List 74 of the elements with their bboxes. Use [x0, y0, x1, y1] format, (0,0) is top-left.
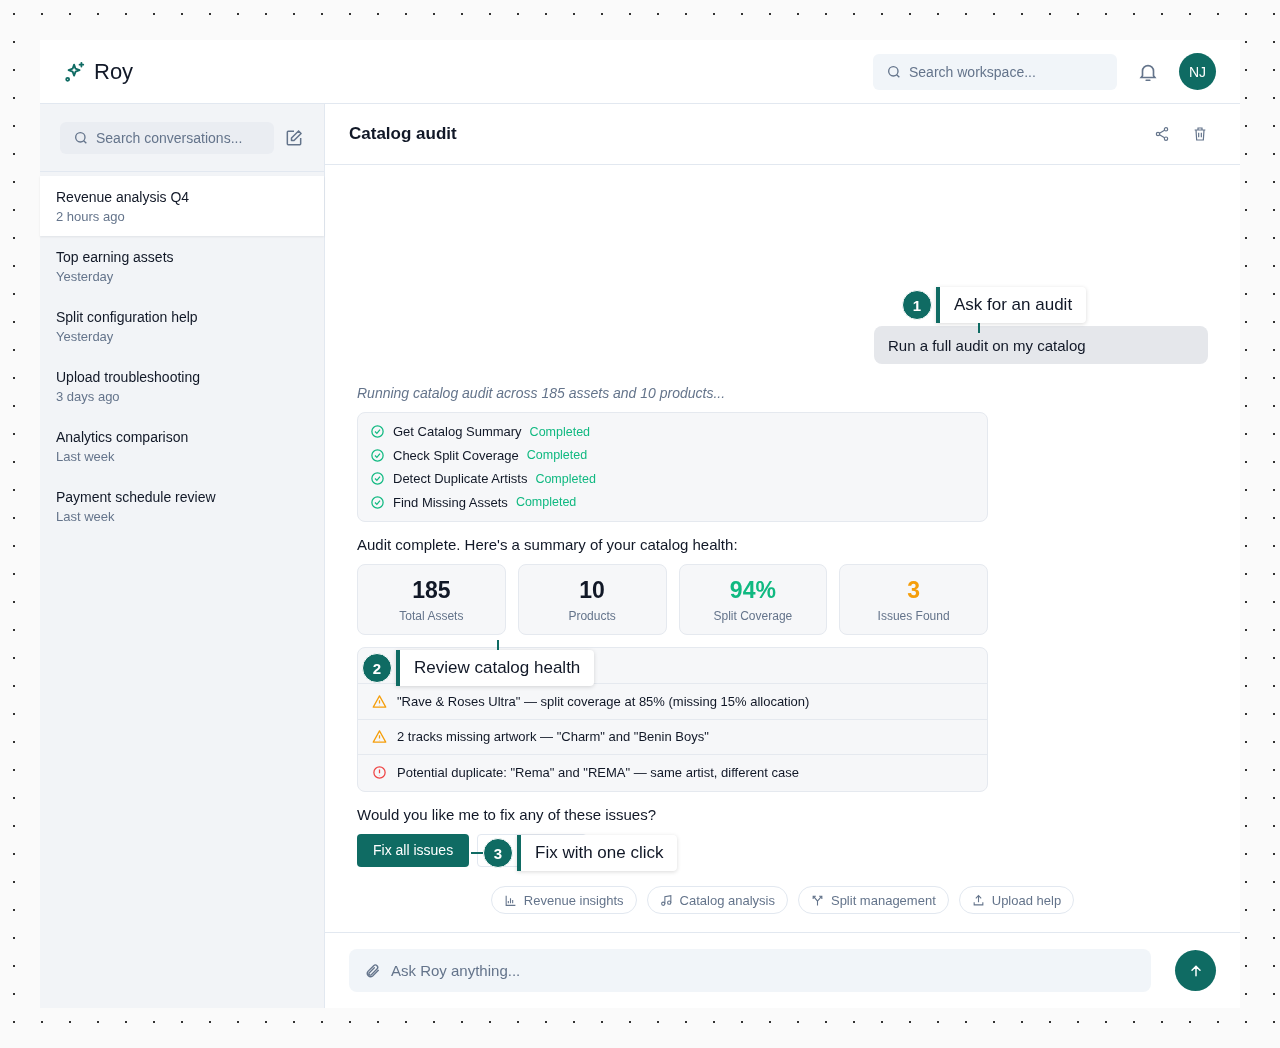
app-name: Roy — [94, 58, 134, 85]
error-icon — [372, 765, 387, 781]
search-icon — [73, 129, 89, 146]
suggestion-chip[interactable]: Upload help — [958, 886, 1075, 914]
conversation-time: Last week — [56, 508, 116, 524]
message-input[interactable]: Ask Roy anything... — [349, 949, 1151, 992]
stat-value: 10 — [579, 576, 605, 604]
status-text: Running catalog audit across 185 assets and 10 products... — [357, 385, 727, 401]
conversation-search-field[interactable]: Search conversations... — [60, 121, 274, 154]
stat-label: Products — [568, 608, 616, 623]
tool-status: Completed — [515, 495, 577, 510]
check-circle-icon — [370, 494, 385, 510]
conversation-time: 2 hours ago — [56, 208, 126, 224]
conversation-item[interactable]: Revenue analysis Q4 2 hours ago — [40, 176, 324, 236]
suggestion-chip[interactable]: Revenue insights — [490, 886, 637, 914]
trash-icon[interactable] — [1192, 126, 1208, 142]
search-icon — [886, 63, 902, 80]
upload-icon — [971, 893, 985, 907]
check-circle-icon — [370, 471, 385, 487]
fix-all-button[interactable]: Fix all issues — [357, 833, 470, 867]
tool-status: Completed — [535, 471, 596, 486]
conversation-title: Revenue analysis Q4 — [56, 188, 191, 205]
share-icon[interactable] — [1154, 126, 1170, 142]
issue-text: "Rave & Roses Ultra" — split coverage at 85% (missing 15% allocation) — [397, 693, 810, 709]
tool-name: Find Missing Assets — [393, 494, 508, 510]
tool-name: Check Split Coverage — [393, 447, 519, 463]
tool-name: Detect Duplicate Artists — [393, 471, 528, 487]
check-circle-icon — [370, 447, 385, 463]
conversation-title: Analytics comparison — [56, 428, 190, 445]
warning-icon — [372, 693, 387, 709]
tool-name: Get Catalog Summary — [393, 424, 522, 440]
tool-status: Completed — [526, 448, 588, 463]
workspace-search-field[interactable]: Search workspace... — [873, 53, 1117, 90]
conversation-item[interactable]: Analytics comparison Last week — [40, 416, 324, 476]
conversation-time: Last week — [56, 448, 116, 464]
stat-label: Issues Found — [877, 608, 950, 623]
conversation-title: Top earning assets — [56, 248, 175, 265]
user-avatar[interactable]: NJ — [1179, 53, 1216, 90]
question-text: Would you like me to fix any of these issues? — [357, 805, 658, 823]
conversation-time: 3 days ago — [56, 388, 121, 404]
step-number-tooltip: 1 — [902, 290, 932, 320]
issue-text: 2 tracks missing artwork — "Charm" and "Benin Boys" — [397, 729, 709, 745]
chat-title: Catalog audit — [349, 124, 457, 144]
leader-line — [471, 852, 483, 854]
paperclip-icon — [365, 962, 381, 979]
conversation-item[interactable]: Split configuration help Yesterday — [40, 296, 324, 356]
conversation-title: Upload troubleshooting — [56, 368, 201, 385]
tool-status: Completed — [529, 424, 591, 439]
new-chat-edit-icon[interactable] — [284, 127, 304, 148]
send-button[interactable] — [1175, 950, 1216, 991]
issue-text: Potential duplicate: "Rema" and "REMA" — same artist, different case — [397, 765, 799, 781]
conversation-item[interactable]: Upload troubleshooting 3 days ago — [40, 356, 324, 416]
stat-label: Split Coverage — [713, 608, 793, 623]
stat-value: 94% — [729, 576, 776, 604]
user-message: Run a full audit on my catalog — [874, 326, 1208, 364]
stat-value: 3 — [907, 576, 920, 604]
conversation-time: Yesterday — [56, 328, 115, 344]
conversation-title: Split configuration help — [56, 308, 199, 325]
warning-icon — [372, 729, 387, 745]
check-circle-icon — [370, 424, 385, 440]
conversation-title: Payment schedule review — [56, 488, 217, 505]
suggestion-chip[interactable]: Split management — [797, 886, 949, 914]
conversation-item[interactable]: Top earning assets Yesterday — [40, 236, 324, 296]
split-arrows-icon — [810, 893, 824, 907]
summary-text: Audit complete. Here's a summary of your catalog health: — [357, 536, 739, 553]
stat-label: Total Assets — [399, 608, 464, 623]
music-note-icon — [659, 893, 673, 907]
bar-chart-icon — [503, 893, 517, 907]
conversation-item[interactable]: Payment schedule review Last week — [40, 476, 324, 536]
conversation-time: Yesterday — [56, 268, 115, 284]
stat-value: 185 — [412, 576, 451, 604]
suggestion-chip[interactable]: Catalog analysis — [646, 886, 788, 914]
step-tooltip: Fix with one click — [517, 835, 678, 871]
sparkle-logo-icon — [64, 60, 86, 83]
